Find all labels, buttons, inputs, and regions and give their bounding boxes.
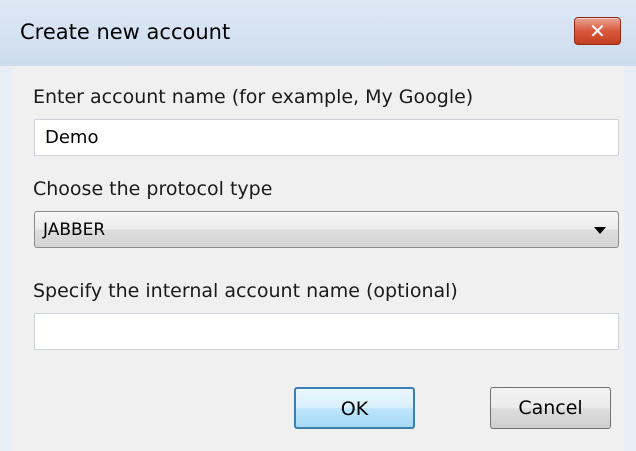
cancel-button[interactable]: Cancel <box>490 387 611 429</box>
internal-name-label: Specify the internal account name (optio… <box>33 280 458 302</box>
dialog-body: Enter account name (for example, My Goog… <box>12 66 624 451</box>
create-account-dialog: Create new account ✕ Enter account name … <box>0 0 636 451</box>
account-name-label: Enter account name (for example, My Goog… <box>33 86 474 108</box>
protocol-selected-value: JABBER <box>43 220 106 240</box>
internal-name-input[interactable] <box>34 313 619 350</box>
dialog-title: Create new account <box>20 20 231 44</box>
protocol-label: Choose the protocol type <box>33 178 273 200</box>
close-icon: ✕ <box>589 19 606 43</box>
protocol-select[interactable]: JABBER <box>34 211 619 248</box>
chevron-down-icon <box>594 227 606 234</box>
close-button[interactable]: ✕ <box>574 17 621 45</box>
account-name-input[interactable]: Demo <box>34 119 619 156</box>
ok-button[interactable]: OK <box>294 387 415 429</box>
title-bar[interactable]: Create new account ✕ <box>0 0 636 66</box>
